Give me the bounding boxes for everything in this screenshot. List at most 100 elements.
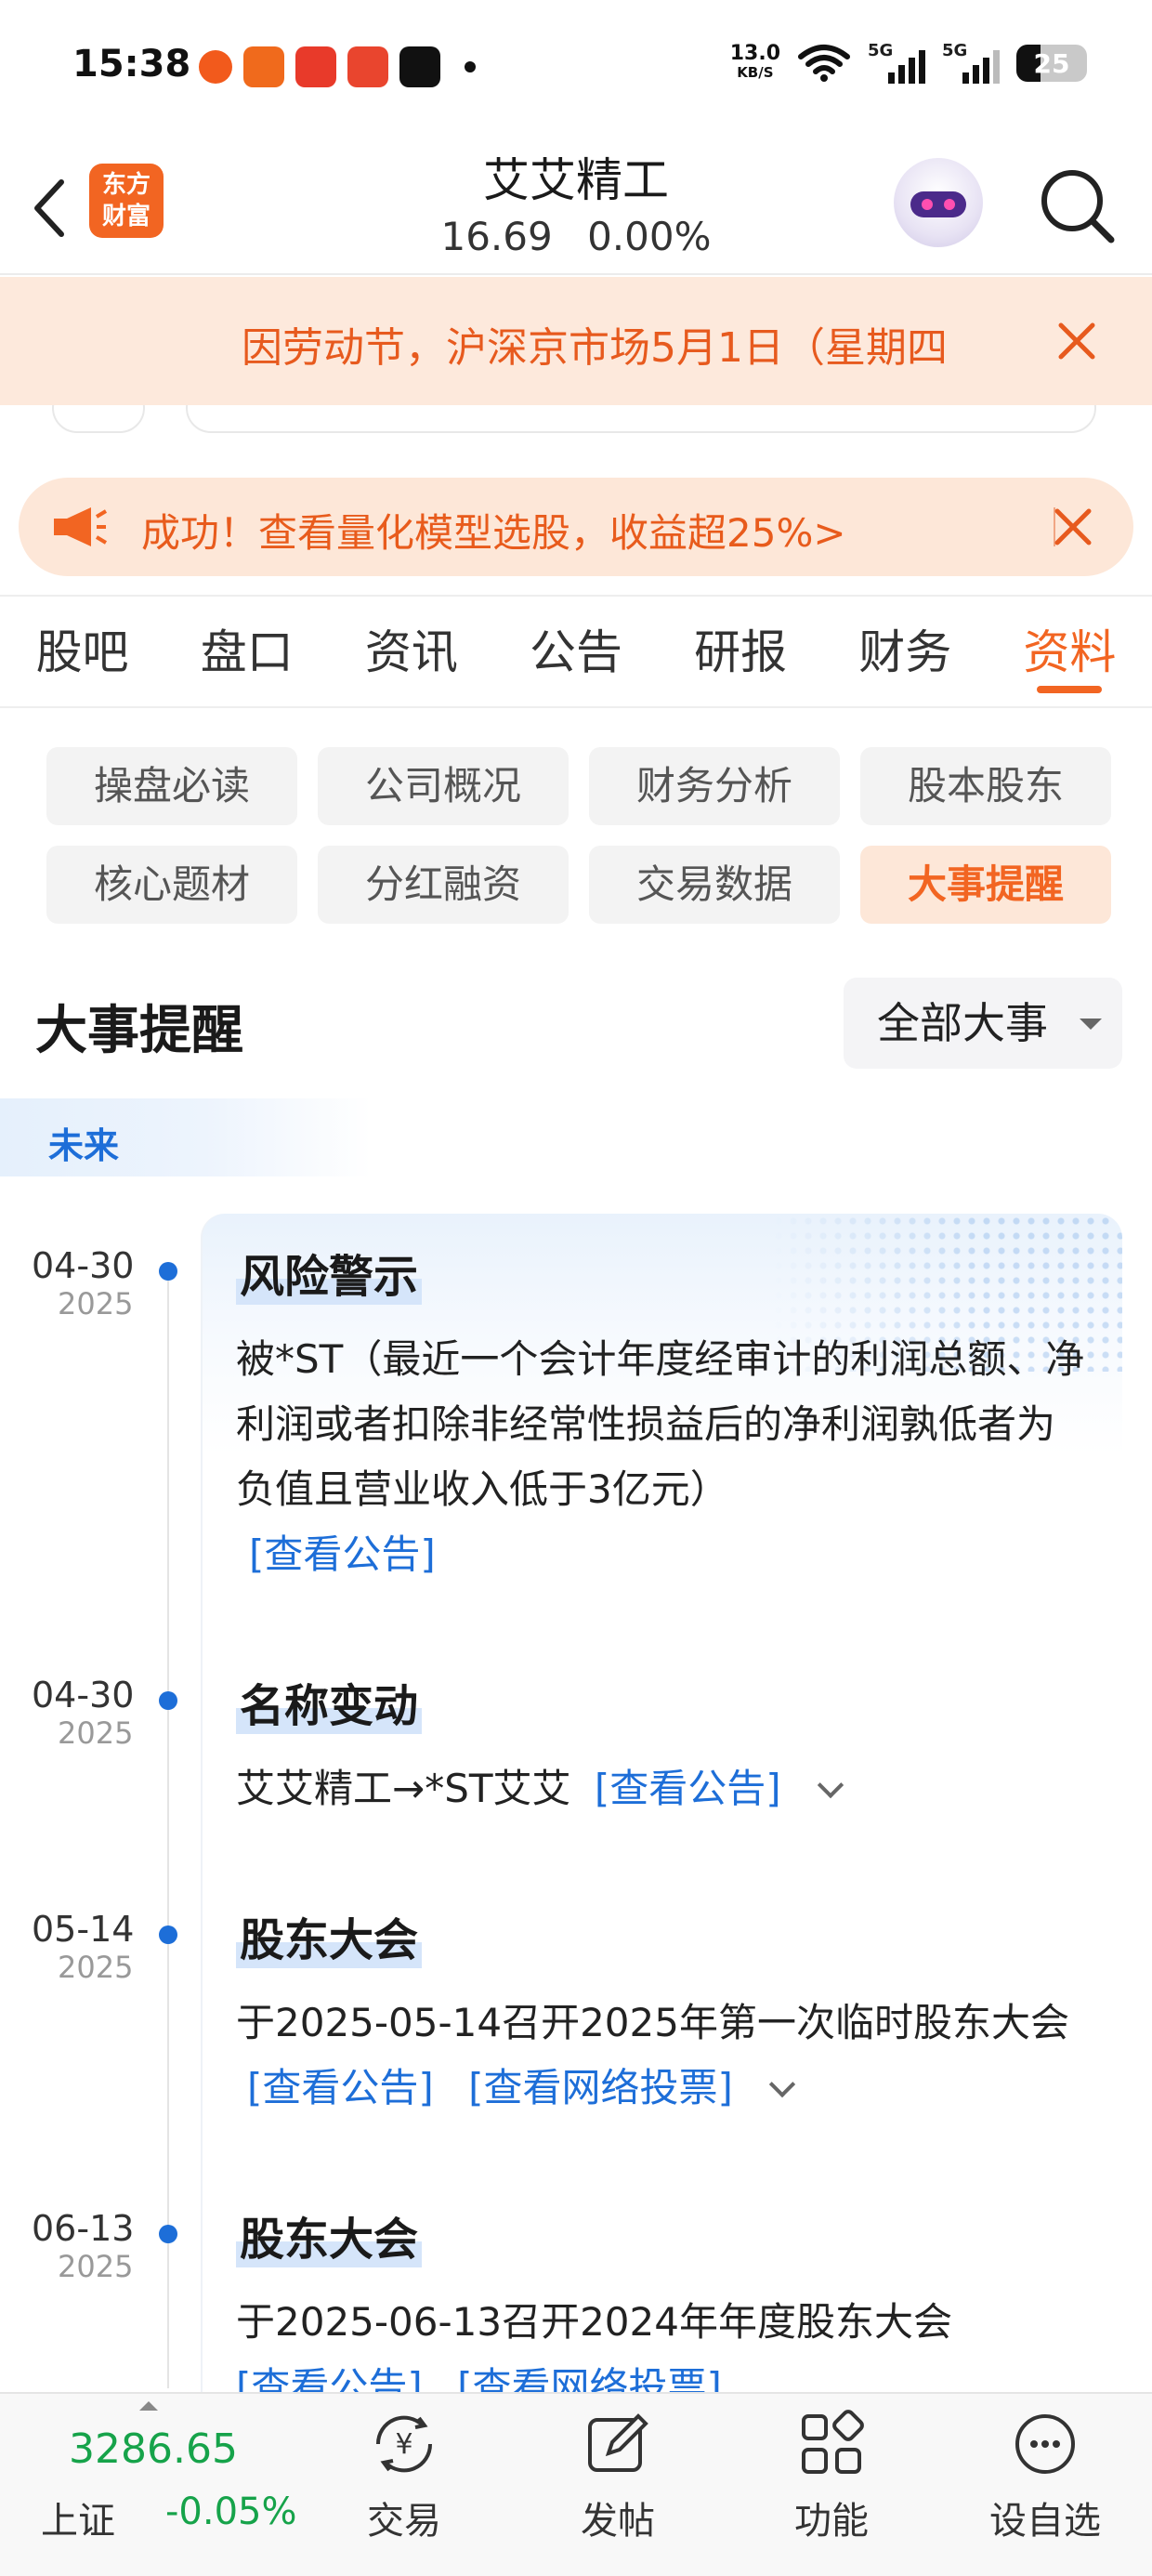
event-title: 风险警示 [236,1240,423,1305]
event-body: 被*ST（最近一个会计年度经审计的利润总额、净利润或者扣除非经常性损益后的净利润… [236,1327,1091,1587]
toutiao-notification-icon [347,46,388,87]
timeline-dot [159,1262,177,1281]
event-filter-dropdown[interactable]: 全部大事 [844,978,1122,1069]
event-text: 于2025-06-13召开2024年年度股东大会 [236,2299,952,2345]
event-filter-value: 全部大事 [877,998,1048,1048]
timeline-dot [159,1925,177,1944]
event-year: 2025 [58,2249,134,2284]
close-icon[interactable] [1054,318,1100,364]
event-title: 股东大会 [236,1903,423,1968]
event-title: 股东大会 [236,2202,423,2267]
event-body: 于2025-05-14召开2025年第一次临时股东大会 [查看公告] [查看网络… [236,1991,1091,2121]
event-year: 2025 [58,1715,134,1751]
event-title: 名称变动 [236,1669,423,1734]
wifi-icon [798,45,850,82]
event-date: 04-30 [32,1675,135,1715]
ai-assistant-robot-icon[interactable] [894,158,983,247]
svg-text:¥: ¥ [395,2428,412,2461]
stock-quote: 16.69 0.00% [0,214,1152,259]
promo-banner[interactable]: 成功！查看量化模型选股，收益超25%> [19,478,1133,576]
chip-trading-data[interactable]: 交易数据 [589,846,840,924]
section-title: 大事提醒 [35,1001,243,1061]
battery-icon: 25 [1016,45,1087,82]
cell-signal-1-icon: 5G [868,41,925,84]
network-speed-value: 13.0 [729,42,780,65]
system-icons: 13.0 KB/S 5G 5G 25 [729,41,1087,84]
chip-major-events[interactable]: 大事提醒 [860,846,1111,924]
cell-signal-2-icon: 5G [942,41,1000,84]
more-dots-icon [1015,2414,1075,2474]
yuan-trade-icon: ¥ [375,2415,433,2473]
weibo-notification-icon [199,50,232,84]
video-notification-icon [295,46,336,87]
status-bar: 15:38 13.0 KB/S 5G 5G 25 [0,0,1152,139]
holiday-notice-text: 因劳动节，沪深京市场5月1日（星期四 [242,324,948,372]
bottom-navigation-bar: 3286.65 上证 -0.05% ¥ 交易 发帖 功能 设自选 [0,2392,1152,2576]
message-notification-icon [243,46,284,87]
view-announcement-link[interactable]: [查看公告] [249,1531,436,1577]
network-speed-unit: KB/S [737,64,774,81]
grid-apps-icon [802,2410,864,2474]
chip-company-overview[interactable]: 公司概况 [318,747,569,825]
search-icon[interactable] [1035,164,1119,247]
nav-post[interactable]: 发帖 [539,2407,697,2544]
megaphone-icon [54,507,108,546]
event-date: 05-14 [32,1909,135,1950]
index-name[interactable]: 上证 [41,2491,115,2544]
stock-price: 16.69 [440,214,553,259]
event-year: 2025 [58,1950,134,1985]
view-online-voting-link[interactable]: [查看网络投票] [468,2065,733,2110]
event-body: 艾艾精工→*ST艾艾 [查看公告] [236,1756,1091,1821]
timeline-dot [159,2225,177,2243]
view-announcement-link[interactable]: [查看公告] [247,2065,434,2110]
more-notifications-dot-icon [465,61,476,72]
timeline-dot [159,1691,177,1710]
network-speed: 13.0 KB/S [729,42,780,82]
tab-profile[interactable]: 资料 [988,597,1152,706]
nav-add-watchlist[interactable]: 设自选 [966,2407,1124,2544]
nav-trade[interactable]: ¥ 交易 [325,2407,483,2544]
nav-add-watchlist-label: 设自选 [989,2500,1101,2543]
tiktok-notification-icon [399,46,440,87]
chip-shareholders[interactable]: 股本股东 [860,747,1111,825]
tab-guba[interactable]: 股吧 [0,597,164,706]
index-change[interactable]: -0.05% [165,2491,297,2533]
close-icon[interactable] [1050,504,1096,550]
tab-news[interactable]: 资讯 [329,597,493,706]
holiday-notice-banner[interactable]: 因劳动节，沪深京市场5月1日（星期四 [0,277,1152,405]
stock-change: 0.00% [587,214,712,259]
main-tabs: 股吧 盘口 资讯 公告 研报 财务 资料 [0,595,1152,708]
expand-chevron-icon[interactable] [769,2070,796,2098]
event-text: 于2025-05-14召开2025年第一次临时股东大会 [236,2000,1069,2045]
event-year: 2025 [58,1286,134,1321]
period-label-text: 未来 [48,1125,120,1166]
tab-finance[interactable]: 财务 [823,597,988,706]
nav-functions-label: 功能 [794,2500,869,2543]
index-value[interactable]: 3286.65 [69,2425,238,2473]
nav-post-label: 发帖 [581,2500,655,2543]
event-date: 06-13 [32,2208,135,2249]
stock-header: 东方 财富 艾艾精工 16.69 0.00% [0,139,1152,275]
nav-trade-label: 交易 [367,2500,441,2543]
view-announcement-link[interactable]: [查看公告] [595,1766,781,1811]
chip-trading-guide[interactable]: 操盘必读 [46,747,297,825]
event-date: 04-30 [32,1245,135,1286]
tab-pankou[interactable]: 盘口 [164,597,329,706]
battery-level: 25 [1033,48,1070,79]
chip-dividends[interactable]: 分红融资 [318,846,569,924]
edit-post-icon [588,2413,648,2472]
nav-functions[interactable]: 功能 [753,2407,910,2544]
promo-text[interactable]: 成功！查看量化模型选股，收益超25%> [141,502,1033,559]
chip-financial-analysis[interactable]: 财务分析 [589,747,840,825]
caret-down-icon [1080,1019,1102,1030]
hidden-search-row [0,405,1152,433]
event-text: 艾艾精工→*ST艾艾 [236,1766,571,1811]
chip-core-themes[interactable]: 核心题材 [46,846,297,924]
expand-up-icon[interactable] [139,2401,158,2411]
expand-chevron-icon[interactable] [817,1771,844,1799]
profile-subtabs: 操盘必读 公司概况 财务分析 股本股东 核心题材 分红融资 交易数据 大事提醒 [46,747,1111,924]
period-label: 未来 [0,1098,372,1176]
status-time: 15:38 [72,43,191,85]
tab-research[interactable]: 研报 [659,597,823,706]
tab-announcements[interactable]: 公告 [493,597,658,706]
